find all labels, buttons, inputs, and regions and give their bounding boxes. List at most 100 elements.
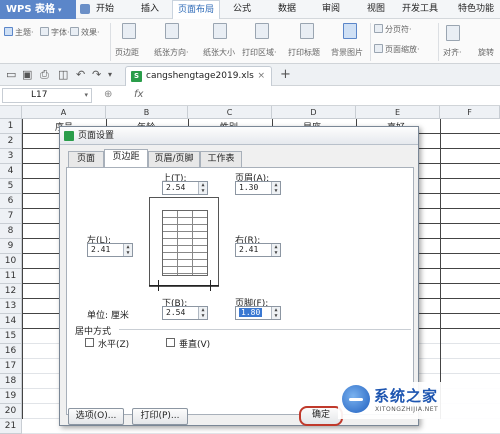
menu-data[interactable]: 数据 [274,0,300,19]
print-area-button[interactable]: 打印区域· [242,47,277,58]
footer-margin-value[interactable]: 1.80 [239,308,263,317]
page-zoom-icon [374,44,383,53]
menu-features[interactable]: 特色功能 [452,0,500,19]
align-icon [446,25,462,42]
chevron-down-icon[interactable]: ▾ [108,69,112,81]
margins-panel: 上(T): 2.54 ▲ ▼ 页眉(A): 1.30 ▲ ▼ 左(L): 2.41 ▲ ▼ … [66,167,414,415]
preview-icon[interactable]: ◫ [58,69,68,81]
column-gridline [440,119,441,419]
menu-developer[interactable]: 开发工具 [396,0,444,19]
row-header[interactable]: 8 [0,224,22,239]
options-button[interactable]: 选项(O)... [68,408,124,425]
spin-arrows-icon[interactable]: ▲ ▼ [271,244,280,256]
row-header[interactable]: 20 [0,404,22,419]
spin-arrows-icon[interactable]: ▲ ▼ [271,307,280,319]
function-icon[interactable]: fx [134,89,143,100]
column-header-d[interactable]: D [272,106,356,119]
menu-review[interactable]: 审阅 [318,0,344,19]
undo-icon[interactable]: ↶ [76,69,85,81]
column-header-f[interactable]: F [440,106,500,119]
footer-margin-spinner[interactable]: 1.80 ▲ ▼ [235,306,281,320]
spin-arrows-icon[interactable]: ▲ ▼ [271,182,280,194]
theme-button[interactable]: 主题· [4,27,34,38]
menu-view[interactable]: 视图 [363,0,389,19]
orientation-button[interactable]: 纸张方向· [154,47,189,58]
tab-header-footer[interactable]: 页眉/页脚 [148,151,200,167]
menu-home[interactable]: 开始 [92,0,118,19]
row-header[interactable]: 6 [0,194,22,209]
tab-margins[interactable]: 页边距 [104,149,148,168]
margin-icon [122,23,138,40]
effect-button[interactable]: 效果· [70,27,100,38]
print-title-button[interactable]: 打印标题 [288,47,320,58]
column-header-a[interactable]: A [22,106,106,119]
spin-arrows-icon[interactable]: ▲ ▼ [198,307,207,319]
vertical-label[interactable]: 垂直(V) [179,337,210,350]
open-folder-icon[interactable]: ▭ [6,69,16,81]
print-button[interactable]: 打印(P)... [132,408,188,425]
row-header[interactable]: 4 [0,164,22,179]
spreadsheet-icon [64,131,74,141]
vertical-checkbox[interactable] [166,338,175,347]
preview-margin-mark [158,280,159,291]
row-header[interactable]: 19 [0,389,22,404]
spin-arrows-icon[interactable]: ▲ ▼ [123,244,132,256]
horizontal-label[interactable]: 水平(Z) [98,337,129,350]
bottom-margin-spinner[interactable]: 2.54 ▲ ▼ [162,306,208,320]
zoom-icon[interactable]: ⊕ [104,89,112,100]
background-button[interactable]: 背景图片 [331,47,363,58]
paper-size-button[interactable]: 纸张大小 [203,47,235,58]
menu-insert[interactable]: 插入 [137,0,163,19]
close-icon[interactable]: × [257,67,265,86]
row-header[interactable]: 9 [0,239,22,254]
ribbon-divider [370,23,371,61]
row-header[interactable]: 2 [0,134,22,149]
left-margin-spinner[interactable]: 2.41 ▲ ▼ [87,243,133,257]
app-menu-button[interactable]: WPS 表格 ▾ [0,0,76,19]
row-header[interactable]: 7 [0,209,22,224]
spin-arrows-icon[interactable]: ▲ ▼ [198,182,207,194]
row-header[interactable]: 15 [0,329,22,344]
row-header[interactable]: 11 [0,269,22,284]
row-header[interactable]: 16 [0,344,22,359]
row-header[interactable]: 3 [0,149,22,164]
save-icon[interactable]: ▣ [22,69,32,81]
tab-page[interactable]: 页面 [68,151,104,167]
menu-formula[interactable]: 公式 [229,0,255,19]
header-margin-spinner[interactable]: 1.30 ▲ ▼ [235,181,281,195]
horizontal-checkbox[interactable] [85,338,94,347]
rotate-button[interactable]: 旋转 [478,47,494,58]
redo-icon[interactable]: ↷ [92,69,101,81]
row-header[interactable]: 21 [0,419,22,434]
ribbon-divider [438,23,439,61]
file-tab[interactable]: S cangshengtage2019.xls × [125,66,272,86]
row-header[interactable]: 1 [0,119,22,134]
top-margin-spinner[interactable]: 2.54 ▲ ▼ [162,181,208,195]
row-header[interactable]: 13 [0,299,22,314]
tab-sheet[interactable]: 工作表 [200,151,242,167]
menu-page-layout[interactable]: 页面布局 [172,0,220,20]
formula-bar: L17 ▾ ⊕ fx [0,86,500,106]
row-header[interactable]: 18 [0,374,22,389]
row-header[interactable]: 12 [0,284,22,299]
right-margin-spinner[interactable]: 2.41 ▲ ▼ [235,243,281,257]
ok-button[interactable]: 确定 [299,406,343,426]
page-zoom-button[interactable]: 页面缩放· [374,44,420,55]
font-button[interactable]: 字体· [40,27,70,38]
save-icon[interactable] [80,4,90,14]
row-header[interactable]: 10 [0,254,22,269]
row-header[interactable]: 5 [0,179,22,194]
column-header-c[interactable]: C [188,106,272,119]
align-button[interactable]: 对齐· [443,47,462,58]
column-header-b[interactable]: B [106,106,188,119]
row-header[interactable]: 17 [0,359,22,374]
dialog-title-bar: 页面设置 [60,127,418,145]
margin-button[interactable]: 页边距 [115,47,139,58]
page-break-button[interactable]: 分页符· [374,24,412,35]
select-all-corner[interactable] [0,106,22,119]
print-icon[interactable]: ⎙ [40,69,49,81]
row-header[interactable]: 14 [0,314,22,329]
column-header-e[interactable]: E [356,106,440,119]
name-box[interactable]: L17 ▾ [2,88,92,103]
add-tab-icon[interactable]: + [280,67,291,82]
